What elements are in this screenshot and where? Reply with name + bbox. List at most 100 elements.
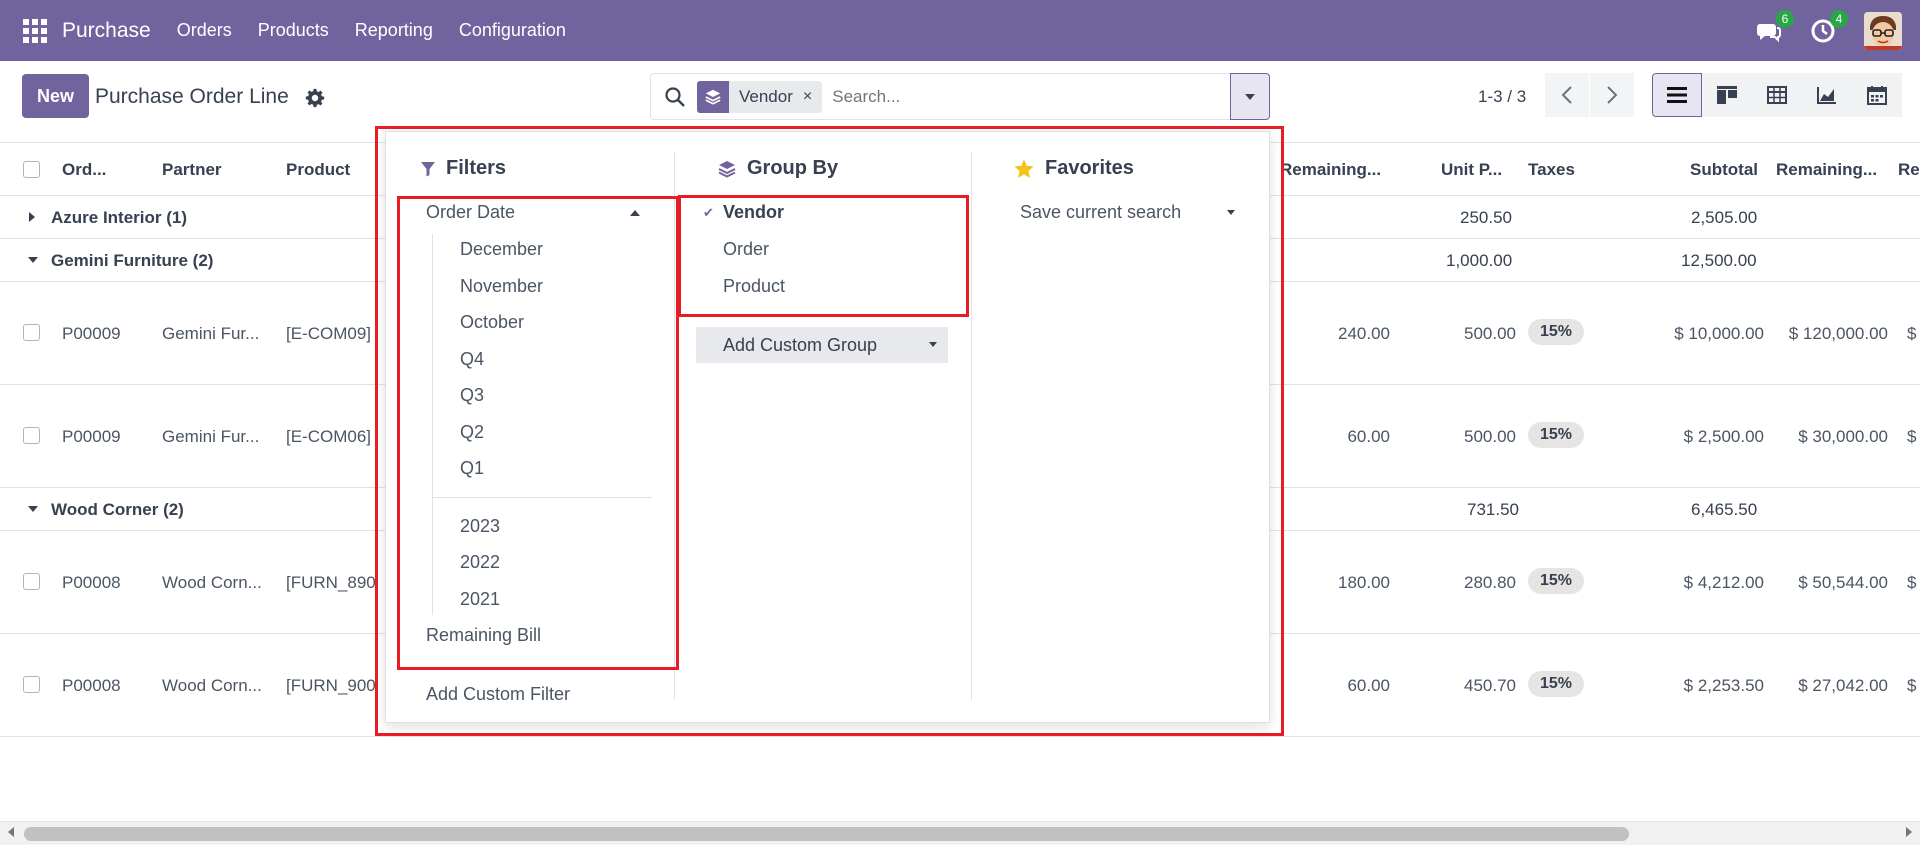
list-icon <box>1667 87 1687 103</box>
cell-extra: $ <box>1907 324 1917 343</box>
group-subtotal: 12,500.00 <box>1681 251 1757 270</box>
column-remaining-qty[interactable]: Remaining... <box>1280 160 1381 180</box>
search-facet-vendor: Vendor × <box>697 80 823 113</box>
messages-button[interactable]: 6 <box>1756 9 1794 44</box>
pager-next[interactable] <box>1590 73 1634 117</box>
list-view-button[interactable] <box>1652 73 1702 117</box>
pivot-view-button[interactable] <box>1752 73 1802 117</box>
filter-option-december[interactable]: December <box>460 239 543 260</box>
row-checkbox[interactable] <box>23 573 40 590</box>
filter-options-separator <box>432 497 652 498</box>
save-current-search[interactable]: Save current search <box>1020 202 1181 223</box>
filter-option-q3[interactable]: Q3 <box>460 385 484 406</box>
filter-option-q4[interactable]: Q4 <box>460 349 484 370</box>
group-by-vendor[interactable]: Vendor <box>723 202 784 223</box>
top-navbar: Purchase Orders Products Reporting Confi… <box>0 0 1920 61</box>
search-bar[interactable]: Vendor × <box>650 73 1270 120</box>
tax-badge: 15% <box>1528 422 1585 448</box>
filter-option-october[interactable]: October <box>460 312 524 333</box>
add-custom-filter[interactable]: Add Custom Filter <box>426 684 570 705</box>
tax-badge: 15% <box>1528 568 1585 594</box>
facet-remove-button[interactable]: × <box>803 88 822 106</box>
cell-product: [FURN_900 <box>286 676 376 695</box>
column-partner[interactable]: Partner <box>162 160 222 180</box>
view-switcher <box>1652 73 1902 117</box>
add-custom-group-select[interactable]: Add Custom Group <box>696 327 948 363</box>
column-unit-price[interactable]: Unit P... <box>1441 160 1502 180</box>
cell-remaining-amount: $ 27,042.00 <box>1798 676 1888 695</box>
group-by-product[interactable]: Product <box>723 276 785 297</box>
gear-icon[interactable] <box>304 87 326 109</box>
cell-remaining-qty: 180.00 <box>1338 573 1390 592</box>
calendar-icon <box>1867 86 1887 105</box>
column-extra[interactable]: Re <box>1898 160 1920 180</box>
filter-option-q2[interactable]: Q2 <box>460 422 484 443</box>
cell-order: P00009 <box>62 324 121 343</box>
search-input[interactable] <box>832 86 1213 107</box>
select-all-checkbox[interactable] <box>23 161 40 178</box>
column-remaining-amount[interactable]: Remaining... <box>1776 160 1877 180</box>
cell-unit-price: 500.00 <box>1464 324 1516 343</box>
scroll-left-arrow[interactable] <box>8 827 14 837</box>
apps-menu-icon[interactable] <box>23 18 47 43</box>
column-order[interactable]: Ord... <box>62 160 106 180</box>
scroll-right-arrow[interactable] <box>1906 827 1912 837</box>
messages-badge: 6 <box>1776 9 1794 28</box>
cell-remaining-amount: $ 120,000.00 <box>1788 324 1888 343</box>
pager-value[interactable]: 1-3 / 3 <box>1478 87 1526 107</box>
filter-option-2022[interactable]: 2022 <box>460 552 500 573</box>
menu-products[interactable]: Products <box>258 20 329 41</box>
filter-option-2023[interactable]: 2023 <box>460 516 500 537</box>
cell-partner: Wood Corn... <box>162 676 262 695</box>
cell-extra: $ <box>1907 676 1917 695</box>
menu-configuration[interactable]: Configuration <box>459 20 566 41</box>
cell-product: [E-COM06] <box>286 427 372 446</box>
user-avatar[interactable] <box>1864 11 1902 50</box>
cell-subtotal: $ 4,212.00 <box>1683 573 1764 592</box>
row-checkbox[interactable] <box>23 324 40 341</box>
search-icon <box>665 86 685 107</box>
filter-order-date[interactable]: Order Date <box>426 202 515 223</box>
pager-previous[interactable] <box>1545 73 1589 117</box>
avatar-image <box>1864 11 1902 50</box>
search-options-toggle[interactable] <box>1230 73 1270 120</box>
row-checkbox[interactable] <box>23 427 40 444</box>
filter-remaining-bill[interactable]: Remaining Bill <box>426 625 541 646</box>
favorites-title-label: Favorites <box>1045 157 1134 179</box>
calendar-view-button[interactable] <box>1852 73 1902 117</box>
cell-unit-price: 280.80 <box>1464 573 1516 592</box>
new-button[interactable]: New <box>22 74 89 118</box>
cell-remaining-qty: 60.00 <box>1347 427 1390 446</box>
activities-button[interactable]: 4 <box>1810 9 1848 44</box>
cell-subtotal: $ 10,000.00 <box>1674 324 1764 343</box>
kanban-icon <box>1717 86 1737 104</box>
app-name[interactable]: Purchase <box>62 19 151 43</box>
page-title: Purchase Order Line <box>95 85 289 108</box>
cell-remaining-qty: 60.00 <box>1347 676 1390 695</box>
caret-down-icon <box>929 342 937 347</box>
area-chart-icon <box>1817 87 1836 104</box>
cell-extra: $ <box>1907 427 1917 446</box>
cell-unit-price: 500.00 <box>1464 427 1516 446</box>
layers-icon <box>718 160 736 178</box>
menu-orders[interactable]: Orders <box>177 20 232 41</box>
kanban-view-button[interactable] <box>1702 73 1752 117</box>
group-by-title: Group By <box>717 157 838 180</box>
horizontal-scrollbar[interactable] <box>0 821 1920 845</box>
menu-reporting[interactable]: Reporting <box>355 20 433 41</box>
scrollbar-thumb[interactable] <box>24 827 1629 841</box>
caret-down-icon <box>1227 210 1235 215</box>
column-product[interactable]: Product <box>286 160 350 180</box>
filter-option-2021[interactable]: 2021 <box>460 589 500 610</box>
filter-option-november[interactable]: November <box>460 276 543 297</box>
cell-subtotal: $ 2,253.50 <box>1683 676 1764 695</box>
column-taxes[interactable]: Taxes <box>1528 160 1575 180</box>
tax-badge: 15% <box>1528 319 1585 345</box>
column-divider <box>674 152 675 700</box>
row-checkbox[interactable] <box>23 676 40 693</box>
cell-partner: Gemini Fur... <box>162 427 260 446</box>
graph-view-button[interactable] <box>1802 73 1852 117</box>
group-by-order[interactable]: Order <box>723 239 769 260</box>
column-subtotal[interactable]: Subtotal <box>1690 160 1758 180</box>
filter-option-q1[interactable]: Q1 <box>460 458 484 479</box>
